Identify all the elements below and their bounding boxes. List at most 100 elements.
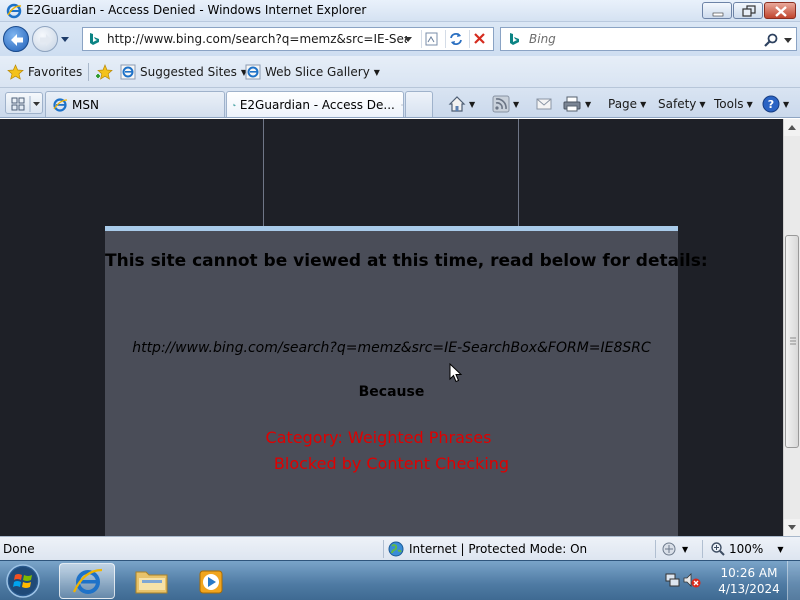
forward-arrow-icon [40,34,52,46]
back-button[interactable] [3,26,29,52]
system-clock[interactable]: 10:26 AM 4/13/2024 [718,565,780,597]
security-zone[interactable]: Internet | Protected Mode: On [388,541,587,557]
zoom-level-button[interactable]: 100% ▼ [710,541,783,557]
help-button[interactable]: ? ▼ [762,94,789,114]
status-separator [383,540,384,558]
page-menu-label: Page [608,97,638,111]
zoom-magnifier-icon [711,542,725,556]
forward-button[interactable] [32,26,58,52]
web-slice-gallery-button[interactable]: Web Slice Gallery ▼ [245,62,380,82]
chevron-down-icon: ▼ [585,99,592,109]
status-separator [655,540,656,558]
tools-menu-label: Tools [714,97,744,111]
suggested-sites-button[interactable]: Suggested Sites ▼ [120,62,247,82]
frame-divider [263,119,264,226]
address-bar[interactable]: http://www.bing.com/search?q=memz&src=IE… [82,27,494,51]
chevron-down-icon: ▼ [783,99,790,109]
suggested-sites-label: Suggested Sites [140,65,237,79]
taskbar-internet-explorer[interactable] [59,563,115,599]
status-bar: Done Internet | Protected Mode: On ▼ 100… [0,536,800,560]
taskbar-windows-explorer[interactable] [124,563,180,599]
clock-date: 4/13/2024 [718,582,780,596]
rss-feed-icon [492,95,510,113]
internet-explorer-icon [72,568,103,594]
zone-text: Internet | Protected Mode: On [409,542,588,556]
vertical-scrollbar[interactable] [783,119,800,536]
page-menu-button[interactable]: Page ▼ [608,94,646,114]
search-icon[interactable] [763,32,779,48]
tab-e2guardian[interactable]: E2Guardian - Access De... [226,91,404,117]
scroll-up-button[interactable] [784,119,800,136]
mouse-cursor-icon [449,363,463,383]
chevron-down-icon: ▼ [513,99,520,109]
internet-globe-icon [388,541,404,557]
tab-label: MSN [72,97,99,112]
refresh-button[interactable] [445,30,465,48]
maximize-button[interactable] [733,2,763,19]
search-placeholder[interactable]: Bing [529,32,556,46]
address-url[interactable]: http://www.bing.com/search?q=memz&src=IE… [107,32,407,46]
status-separator [702,540,703,558]
close-tab-icon[interactable] [401,99,403,111]
page-content: This site cannot be viewed at this time,… [0,119,783,536]
tab-bar: MSN E2Guardian - Access De... ▼ ▼ ▼ Page… [0,88,800,118]
recent-pages-dropdown-icon[interactable] [60,34,70,44]
add-to-favorites-bar-button[interactable] [95,62,115,82]
bing-logo-icon [510,33,519,45]
access-denied-panel: This site cannot be viewed at this time,… [105,226,708,536]
scroll-up-arrow-icon [788,125,796,130]
windows-explorer-icon [135,571,168,594]
taskbar-media-player[interactable] [184,563,240,599]
safety-menu-button[interactable]: Safety ▼ [658,94,706,114]
change-security-settings-button[interactable]: ▼ [662,541,688,557]
clock-time: 10:26 AM [720,566,778,580]
svg-text:?: ? [768,98,774,111]
feeds-button[interactable]: ▼ [492,94,519,114]
tab-label: E2Guardian - Access De... [239,97,395,112]
printer-icon [563,96,581,112]
chevron-down-icon: ▼ [746,99,753,109]
new-tab-button[interactable] [405,91,433,117]
navigation-bar: http://www.bing.com/search?q=memz&src=IE… [0,22,800,56]
tools-menu-button[interactable]: Tools ▼ [714,94,753,114]
favorites-label: Favorites [28,65,83,79]
favorites-star-icon [7,64,24,80]
stop-button[interactable] [469,30,489,48]
bing-favicon-icon [90,33,99,45]
favorites-button[interactable]: Favorites [7,62,82,82]
quick-tabs-button[interactable] [5,92,43,114]
start-button[interactable] [4,563,42,599]
safety-menu-label: Safety [658,97,697,111]
block-reason: Blocked by Content Checking [273,454,510,473]
web-slice-gallery-label: Web Slice Gallery [265,65,370,79]
quick-tabs-icon [11,96,40,112]
home-button[interactable]: ▼ [448,94,475,114]
scrollbar-thumb[interactable] [785,235,799,448]
show-desktop-button[interactable] [787,561,800,600]
search-options-dropdown-icon[interactable] [783,36,793,44]
minimize-button[interactable] [702,2,732,19]
compatibility-view-button[interactable] [421,30,441,48]
restore-icon [742,5,756,17]
network-icon[interactable] [664,571,682,589]
close-window-button[interactable] [764,2,796,19]
compatibility-view-icon [425,32,438,46]
chevron-down-icon: ▼ [469,99,476,109]
mail-icon [536,98,552,110]
volume-muted-icon[interactable] [682,571,702,589]
search-box[interactable]: Bing [500,27,797,51]
add-to-favorites-icon [96,64,113,80]
back-arrow-icon [11,34,23,46]
close-icon [775,6,787,17]
system-tray [664,571,702,589]
read-mail-button[interactable] [535,94,553,114]
address-dropdown-icon[interactable] [403,35,413,43]
scroll-down-button[interactable] [784,519,800,536]
tab-msn[interactable]: MSN [45,91,225,117]
scroll-down-arrow-icon [788,525,796,530]
media-player-icon [199,570,223,594]
chevron-down-icon: ▼ [699,99,706,109]
chevron-down-icon: ▼ [373,67,380,77]
print-button[interactable]: ▼ [562,94,591,114]
zoom-level: 100% [729,542,764,556]
